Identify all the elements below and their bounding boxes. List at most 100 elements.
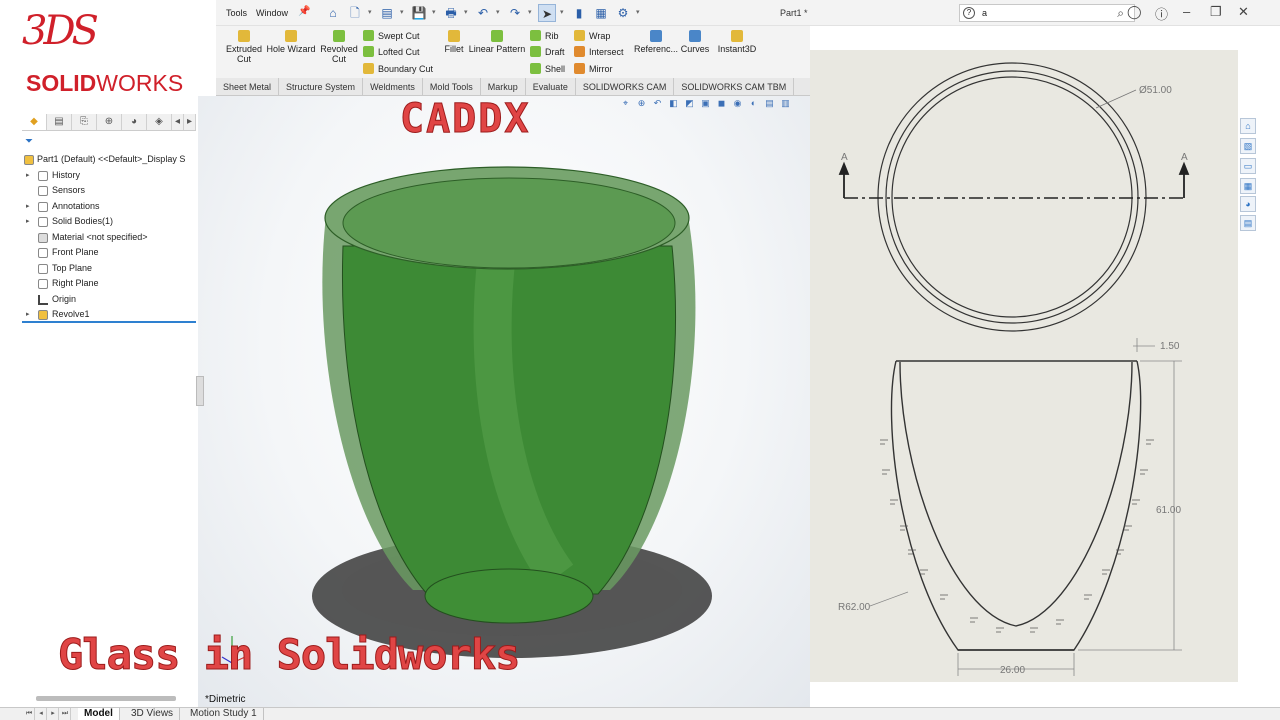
tabs-scroll-right-icon[interactable]: ▸ [184, 114, 196, 130]
apply-scene-icon[interactable]: ▤ [764, 98, 775, 109]
mirror-button[interactable]: Mirror [574, 63, 613, 74]
glass-model[interactable] [198, 96, 810, 708]
tab-structure-system[interactable]: Structure System [279, 78, 364, 96]
tab-solidworks-cam-tbm[interactable]: SOLIDWORKS CAM TBM [674, 78, 795, 96]
tab-model[interactable]: Model [78, 708, 120, 720]
minimize-icon[interactable]: – [1183, 4, 1190, 19]
section-view-icon[interactable]: ◧ [668, 98, 679, 109]
tab-mold-tools[interactable]: Mold Tools [423, 78, 481, 96]
cam-tab-icon[interactable]: ◈ [147, 114, 172, 130]
tab-motion-study[interactable]: Motion Study 1 [184, 708, 264, 720]
wrap-button[interactable]: Wrap [574, 30, 610, 41]
tabs-scroll-left-icon[interactable]: ◂ [172, 114, 184, 130]
draft-button[interactable]: Draft [530, 46, 565, 57]
save-icon[interactable]: 💾 [410, 4, 428, 22]
rollback-bar[interactable] [22, 321, 196, 323]
zoom-area-icon[interactable]: ⊕ [636, 98, 647, 109]
configuration-manager-tab-icon[interactable]: ⎘ [72, 114, 97, 130]
rebuild-icon[interactable]: ▮ [570, 4, 588, 22]
custom-properties-icon[interactable]: ▤ [1240, 215, 1256, 231]
tab-sheet-metal[interactable]: Sheet Metal [216, 78, 280, 96]
search-input[interactable]: a [982, 8, 987, 18]
menu-tools[interactable]: Tools [226, 8, 247, 18]
search-icon[interactable]: ⌕ [1117, 6, 1124, 21]
graphics-area[interactable] [198, 96, 810, 708]
intersect-button[interactable]: Intersect [574, 46, 624, 57]
hole-wizard-button[interactable]: Hole Wizard [266, 30, 316, 54]
zoom-to-fit-icon[interactable]: ⌖ [620, 98, 631, 109]
filter-icon[interactable]: ⏷ [25, 136, 33, 147]
last-tab-icon[interactable]: ⏭ [60, 708, 71, 720]
view-orientation-icon[interactable]: ▣ [700, 98, 711, 109]
new-document-icon[interactable]: 🗋 [346, 4, 364, 22]
property-manager-tab-icon[interactable]: ▤ [47, 114, 72, 130]
expand-icon[interactable]: ▸ [26, 214, 30, 230]
undo-icon[interactable]: ↶ [474, 4, 492, 22]
tree-node-part[interactable]: Part1 (Default) <<Default>_Display S [22, 152, 196, 168]
reference-geometry-button[interactable]: Referenc... [634, 30, 678, 54]
tree-node-top-plane[interactable]: Top Plane [22, 261, 196, 277]
view-palette-icon[interactable]: ▦ [1240, 178, 1256, 194]
previous-view-icon[interactable]: ↶ [652, 98, 663, 109]
prev-tab-icon[interactable]: ◂ [36, 708, 47, 720]
tree-node-annotations[interactable]: ▸ Annotations [22, 199, 196, 215]
instant3d-button[interactable]: Instant3D [715, 30, 759, 54]
swept-cut-button[interactable]: Swept Cut [363, 30, 420, 41]
help-icon[interactable]: ⓘ [1155, 4, 1168, 23]
open-icon[interactable]: ▤ [378, 4, 396, 22]
dynamic-annotation-icon[interactable]: ◩ [684, 98, 695, 109]
dimxpert-tab-icon[interactable]: ⊕ [97, 114, 122, 130]
print-icon[interactable]: 🖶 [442, 4, 460, 22]
tree-node-origin[interactable]: Origin [22, 292, 196, 308]
edit-appearance-icon[interactable]: ◐ [748, 98, 759, 109]
lofted-cut-button[interactable]: Lofted Cut [363, 46, 420, 57]
redo-icon[interactable]: ↷ [506, 4, 524, 22]
tree-node-sensors[interactable]: Sensors [22, 183, 196, 199]
tree-node-history[interactable]: ▸ History [22, 168, 196, 184]
tree-node-front-plane[interactable]: Front Plane [22, 245, 196, 261]
select-cursor-icon[interactable]: ➤ [538, 4, 556, 22]
home-icon[interactable]: ⌂ [324, 4, 342, 22]
tree-node-right-plane[interactable]: Right Plane [22, 276, 196, 292]
options-gear-icon[interactable]: ⚙ [614, 4, 632, 22]
tree-node-solid-bodies[interactable]: ▸ Solid Bodies(1) [22, 214, 196, 230]
tab-weldments[interactable]: Weldments [363, 78, 423, 96]
tab-solidworks-cam[interactable]: SOLIDWORKS CAM [576, 78, 675, 96]
display-style-icon[interactable]: ◼ [716, 98, 727, 109]
extruded-cut-button[interactable]: Extruded Cut [224, 30, 264, 64]
file-explorer-icon[interactable]: ▭ [1240, 158, 1256, 174]
search-box[interactable]: ? a ⌕ [959, 4, 1135, 22]
file-properties-icon[interactable]: ▦ [592, 4, 610, 22]
tree-node-material[interactable]: Material <not specified> [22, 230, 196, 246]
linear-pattern-button[interactable]: Linear Pattern [468, 30, 526, 54]
rib-button[interactable]: Rib [530, 30, 559, 41]
user-icon[interactable]: ◯ [1127, 4, 1142, 20]
tab-3d-views[interactable]: 3D Views [125, 708, 181, 720]
curves-button[interactable]: Curves [680, 30, 710, 54]
menu-window[interactable]: Window [256, 8, 288, 18]
restore-icon[interactable]: ❐ [1210, 4, 1222, 20]
feature-manager-panel: ◆ ▤ ⎘ ⊕ ◕ ◈ ◂ ▸ ⏷ Part1 (Default) <<Defa… [22, 108, 196, 708]
tab-markup[interactable]: Markup [481, 78, 526, 96]
panel-resize-handle[interactable] [196, 376, 204, 406]
boundary-cut-button[interactable]: Boundary Cut [363, 63, 433, 74]
tab-evaluate[interactable]: Evaluate [526, 78, 576, 96]
expand-icon[interactable]: ▸ [26, 168, 30, 184]
first-tab-icon[interactable]: ⏮ [24, 708, 35, 720]
expand-icon[interactable]: ▸ [26, 199, 30, 215]
horizontal-scrollbar[interactable] [36, 696, 176, 701]
solidworks-resources-icon[interactable]: ⌂ [1240, 118, 1256, 134]
feature-tree-tab-icon[interactable]: ◆ [22, 114, 47, 130]
close-icon[interactable]: ✕ [1238, 4, 1249, 20]
appearances-icon[interactable]: ◕ [1240, 196, 1256, 212]
pin-icon[interactable]: 📌 [298, 6, 310, 17]
display-manager-tab-icon[interactable]: ◕ [122, 114, 147, 130]
fillet-button[interactable]: Fillet [442, 30, 466, 54]
shell-button[interactable]: Shell [530, 63, 565, 74]
next-tab-icon[interactable]: ▸ [48, 708, 59, 720]
view-settings-icon[interactable]: ▥ [780, 98, 791, 109]
design-library-icon[interactable]: ▧ [1240, 138, 1256, 154]
hide-show-icon[interactable]: ◉ [732, 98, 743, 109]
document-title: Part1 * [780, 8, 808, 18]
revolved-cut-button[interactable]: Revolved Cut [318, 30, 360, 64]
